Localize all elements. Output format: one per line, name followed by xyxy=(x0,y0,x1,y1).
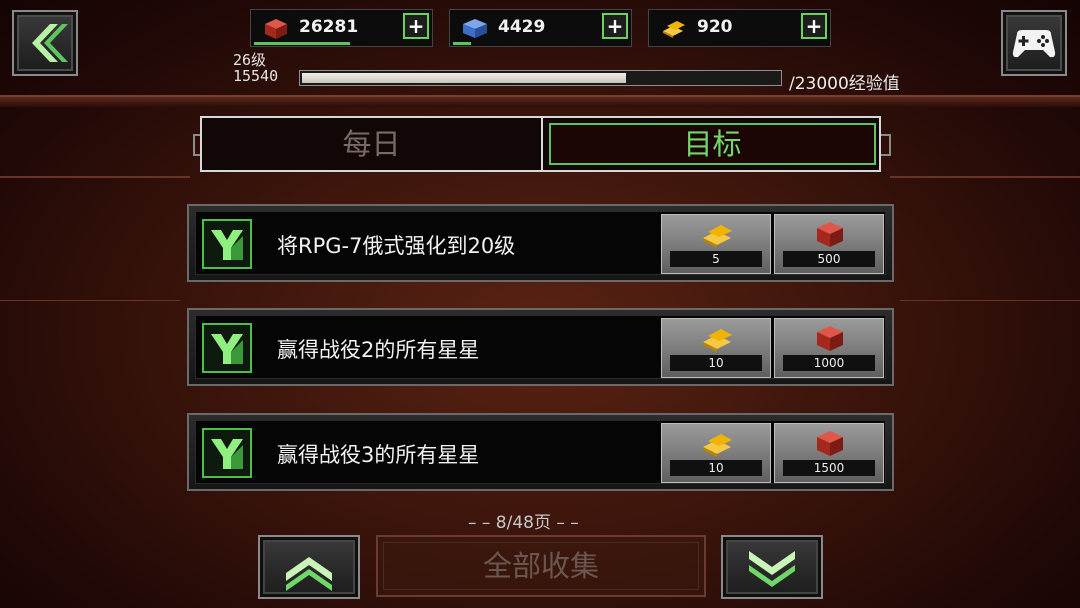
collect-all-frame xyxy=(383,542,699,590)
quest-row[interactable]: 将RPG-7俄式强化到20级 5 500 xyxy=(187,204,894,282)
resource-blue-crate: 4429 + xyxy=(449,9,632,47)
up-chevron-icon xyxy=(286,557,332,591)
xp-current: 15540 xyxy=(233,67,279,85)
reward-gold: 10 xyxy=(661,423,771,483)
blue-crate-icon xyxy=(463,19,487,38)
quest-row[interactable]: 赢得战役3的所有星星 10 1500 xyxy=(187,413,894,491)
frame-top-border xyxy=(0,95,1080,107)
level-label: 26级 xyxy=(233,51,267,69)
reward-crate: 500 xyxy=(774,214,884,274)
blue-crate-progress-bar xyxy=(453,42,471,45)
add-gold-button[interactable]: + xyxy=(801,13,827,39)
quest-title: 赢得战役3的所有星星 xyxy=(277,443,480,467)
bg-line xyxy=(900,300,1080,301)
reward-gold: 10 xyxy=(661,318,771,378)
player-level: 26级 15540 xyxy=(233,52,278,84)
gold-bars-icon xyxy=(703,225,732,248)
quest-tabs: 每日 目标 xyxy=(200,116,881,172)
reward-crate-amount: 1500 xyxy=(783,460,875,476)
reward-crate: 1500 xyxy=(774,423,884,483)
quest-row[interactable]: 赢得战役2的所有星星 10 1000 xyxy=(187,308,894,386)
reward-gold: 5 xyxy=(661,214,771,274)
quest-title: 赢得战役2的所有星星 xyxy=(277,338,480,362)
reward-gold-amount: 10 xyxy=(670,355,762,371)
bg-line xyxy=(0,300,180,301)
reward-gold-amount: 10 xyxy=(670,460,762,476)
page-up-button[interactable] xyxy=(258,535,360,599)
bg-line xyxy=(0,176,190,178)
down-chevron-icon xyxy=(749,551,795,587)
blue-crate-count: 4429 xyxy=(498,17,546,37)
add-red-crate-button[interactable]: + xyxy=(403,13,429,39)
gamepad-icon xyxy=(1012,30,1056,58)
tab-daily-label: 每日 xyxy=(342,127,401,161)
game-services-button[interactable] xyxy=(1001,10,1067,76)
tab-goals-label: 目标 xyxy=(683,127,742,161)
reward-crate-amount: 1000 xyxy=(783,355,875,371)
gold-bars-icon xyxy=(663,21,685,38)
gold-bars-icon xyxy=(703,329,732,352)
quest-title: 将RPG-7俄式强化到20级 xyxy=(277,234,516,258)
back-chevrons-icon xyxy=(32,24,68,62)
reward-gold-amount: 5 xyxy=(670,251,762,267)
reward-crate-amount: 500 xyxy=(783,251,875,267)
tab-daily[interactable]: 每日 xyxy=(202,118,543,170)
gold-count: 920 xyxy=(697,17,733,37)
resource-gold: 920 + xyxy=(648,9,831,47)
back-button[interactable] xyxy=(12,10,78,76)
quest-emblem-icon xyxy=(202,428,252,478)
add-blue-crate-button[interactable]: + xyxy=(602,13,628,39)
quest-emblem-icon xyxy=(202,219,252,269)
page-down-button[interactable] xyxy=(721,535,823,599)
collect-all-button[interactable]: 全部收集 xyxy=(376,535,706,597)
quest-emblem-icon xyxy=(202,323,252,373)
red-crate-icon xyxy=(817,431,843,456)
page-indicator: – – 8/48页 – – xyxy=(468,513,579,533)
bg-line xyxy=(890,176,1080,178)
xp-max-label: /23000经验值 xyxy=(789,74,900,94)
red-crate-icon xyxy=(817,326,843,351)
red-crate-icon xyxy=(265,19,287,39)
resource-red-crate: 26281 + xyxy=(250,9,433,47)
xp-progress-bar xyxy=(299,70,782,86)
gold-bars-icon xyxy=(703,434,732,457)
red-crate-icon xyxy=(817,222,843,247)
reward-crate: 1000 xyxy=(774,318,884,378)
red-crate-progress-bar xyxy=(254,42,350,45)
tab-goals[interactable]: 目标 xyxy=(543,118,882,170)
xp-progress-fill xyxy=(302,73,626,83)
red-crate-count: 26281 xyxy=(299,17,359,37)
